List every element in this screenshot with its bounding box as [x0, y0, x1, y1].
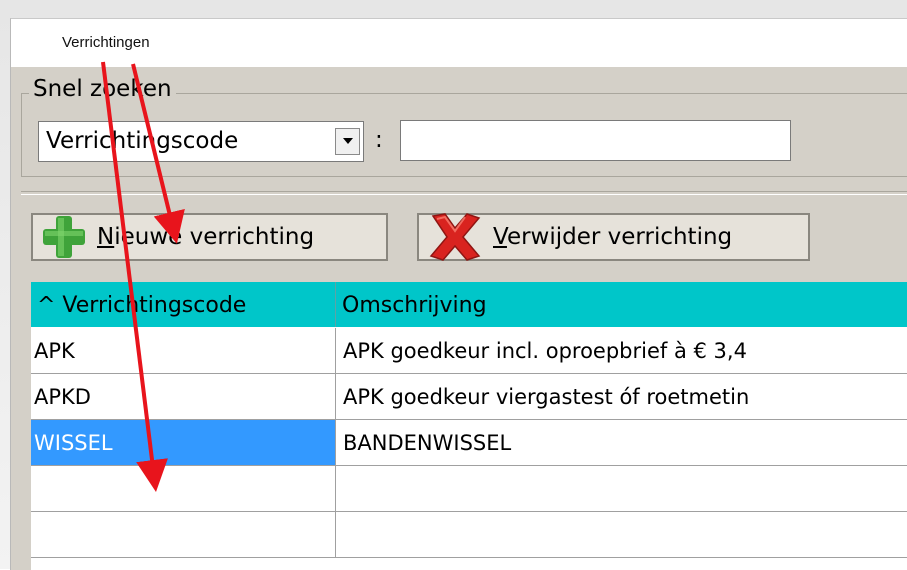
- main-panel: Snel zoeken Verrichtingscode : Nieuwe ve…: [11, 67, 907, 570]
- table-row-selected[interactable]: WISSEL BANDENWISSEL: [31, 420, 907, 466]
- cell-description: APK goedkeur viergastest óf roetmetin: [336, 374, 907, 420]
- verrichtingen-grid: ^ Verrichtingscode Omschrijving APK APK …: [31, 282, 907, 570]
- red-x-icon: [429, 213, 481, 261]
- cell-code: APKD: [31, 374, 336, 420]
- table-row[interactable]: [31, 466, 907, 512]
- search-field-select[interactable]: Verrichtingscode: [38, 121, 364, 162]
- cell-description: [336, 512, 907, 558]
- delete-verrichting-label: Verwijder verrichting: [493, 224, 733, 250]
- cell-code: [31, 512, 336, 558]
- new-verrichting-label: Nieuwe verrichting: [97, 224, 315, 250]
- window-title: Verrichtingen: [62, 34, 150, 51]
- dropdown-button[interactable]: [335, 128, 360, 155]
- column-header-description[interactable]: Omschrijving: [336, 282, 907, 327]
- new-verrichting-button[interactable]: Nieuwe verrichting: [31, 213, 388, 261]
- quick-search-legend: Snel zoeken: [29, 76, 176, 102]
- title-bar: Verrichtingen: [11, 19, 907, 67]
- green-plus-icon: [43, 216, 85, 258]
- search-separator: :: [375, 127, 383, 153]
- cell-description: [336, 466, 907, 512]
- search-field-value: Verrichtingscode: [46, 128, 239, 154]
- cell-code: [31, 466, 336, 512]
- table-row[interactable]: APKD APK goedkeur viergastest óf roetmet…: [31, 374, 907, 420]
- delete-verrichting-button[interactable]: Verwijder verrichting: [417, 213, 810, 261]
- cell-description: APK goedkeur incl. oproepbrief à € 3,4: [336, 328, 907, 374]
- cell-code: APK: [31, 328, 336, 374]
- table-row[interactable]: APK APK goedkeur incl. oproepbrief à € 3…: [31, 328, 907, 374]
- chevron-down-icon: [342, 138, 353, 144]
- grid-header: ^ Verrichtingscode Omschrijving: [31, 282, 907, 327]
- table-row[interactable]: [31, 512, 907, 558]
- search-input[interactable]: [400, 120, 791, 161]
- cell-code: WISSEL: [31, 420, 336, 466]
- section-divider: [21, 191, 907, 195]
- column-header-code[interactable]: ^ Verrichtingscode: [31, 282, 336, 327]
- verrichtingen-window: Verrichtingen Snel zoeken Verrichtingsco…: [10, 18, 907, 570]
- cell-description: BANDENWISSEL: [336, 420, 907, 466]
